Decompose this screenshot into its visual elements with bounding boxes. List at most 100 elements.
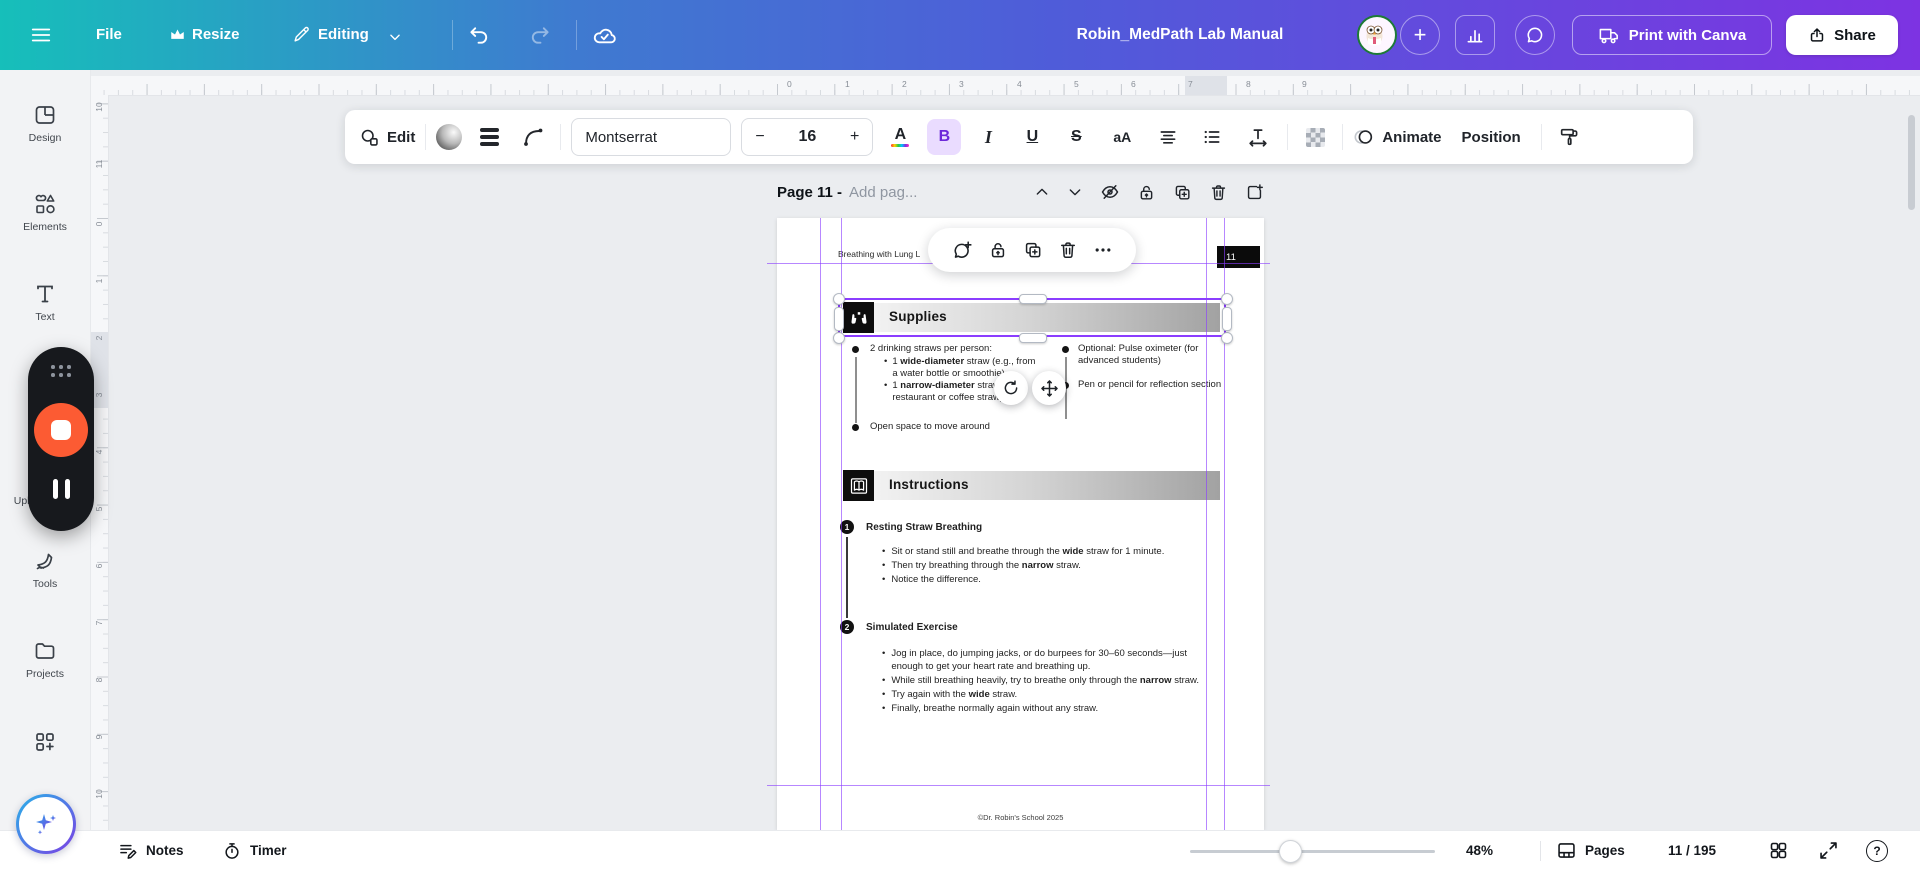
list-item[interactable]: • Sit or stand still and breathe through …	[882, 546, 1201, 559]
sidebar-item-projects[interactable]: Projects	[0, 639, 90, 680]
list-item[interactable]: • While still breathing heavily, try to b…	[882, 675, 1201, 688]
ruler-horizontal[interactable]: 0 1 2 3 4 5 6 7 8 9	[90, 76, 1920, 96]
list-item[interactable]: • Notice the difference.	[882, 574, 1201, 587]
rotate-handle[interactable]	[994, 371, 1028, 405]
step-title[interactable]: Resting Straw Breathing	[866, 522, 982, 533]
zoom-level[interactable]: 48%	[1466, 831, 1493, 869]
step-bullets[interactable]: • Jog in place, do jumping jacks, or do b…	[882, 648, 1201, 717]
instructions-section-bar[interactable]: Instructions	[843, 470, 1220, 501]
page-indicator[interactable]: 11 / 195	[1668, 831, 1716, 869]
strikethrough-button[interactable]: S	[1059, 119, 1093, 155]
canva-assistant-button[interactable]	[16, 794, 76, 854]
design-title[interactable]: Robin_MedPath Lab Manual	[1040, 26, 1320, 44]
list-item[interactable]: • Then try breathing through the narrow s…	[882, 560, 1201, 573]
selection-handle[interactable]	[833, 332, 845, 344]
pause-recording-button[interactable]	[52, 479, 70, 499]
share-button[interactable]: Share	[1786, 15, 1898, 55]
selection-handle[interactable]	[1019, 333, 1047, 343]
duplicate-icon[interactable]	[1023, 240, 1043, 260]
zoom-slider-knob[interactable]	[1279, 840, 1302, 863]
underline-button[interactable]: U	[1015, 119, 1049, 155]
list-item[interactable]: • Jog in place, do jumping jacks, or do b…	[882, 648, 1201, 673]
delete-icon[interactable]	[1058, 240, 1078, 260]
document-running-header[interactable]: Breathing with Lung L	[838, 249, 920, 259]
text-color-button[interactable]: A	[883, 126, 917, 148]
selection-handle[interactable]	[1221, 293, 1233, 305]
undo-icon[interactable]	[468, 24, 491, 47]
comment-add-icon[interactable]	[952, 240, 973, 261]
position-button[interactable]: Position	[1452, 129, 1531, 146]
font-family-selector[interactable]: Montserrat	[571, 118, 732, 156]
text-case-button[interactable]: aA	[1103, 119, 1141, 155]
sidebar-item-tools[interactable]: Tools	[0, 549, 90, 590]
sidebar-item-apps[interactable]	[0, 730, 90, 754]
move-handle[interactable]	[1032, 371, 1066, 405]
transparency-button[interactable]	[1298, 119, 1332, 155]
pages-view-button[interactable]: Pages	[1556, 831, 1625, 869]
italic-button[interactable]: I	[971, 119, 1005, 155]
list-button[interactable]	[1195, 119, 1229, 155]
step-bullets[interactable]: • Sit or stand still and breathe through …	[882, 546, 1201, 588]
decrease-font-size-button[interactable]: −	[755, 128, 764, 146]
increase-font-size-button[interactable]: +	[850, 128, 859, 146]
edit-button[interactable]: Edit	[359, 127, 415, 148]
copy-style-button[interactable]	[1552, 119, 1586, 155]
bold-button[interactable]: B	[927, 119, 962, 155]
notes-button[interactable]: Notes	[118, 831, 184, 869]
canvas-scrollbar[interactable]	[1908, 115, 1915, 210]
supplies-item[interactable]: Open space to move around	[870, 421, 990, 433]
delete-page-icon[interactable]	[1209, 183, 1228, 202]
selection-handle[interactable]	[1221, 332, 1233, 344]
lock-page-icon[interactable]	[1137, 183, 1156, 202]
file-menu[interactable]: File	[96, 26, 122, 43]
drag-handle-dots-icon[interactable]	[49, 363, 73, 379]
selection-handle[interactable]	[1222, 307, 1232, 331]
list-item[interactable]: • Try again with the wide straw.	[882, 689, 1201, 702]
document-footer[interactable]: ©Dr. Robin's School 2025	[777, 813, 1264, 822]
text-align-button[interactable]	[1151, 119, 1185, 155]
fullscreen-button[interactable]	[1818, 831, 1839, 869]
page-title-input[interactable]: Add pag...	[849, 184, 917, 201]
insights-button[interactable]	[1455, 15, 1495, 55]
hamburger-menu-icon[interactable]	[30, 24, 52, 46]
supplies-item[interactable]: Pen or pencil for reflection section	[1078, 379, 1224, 391]
font-size-value[interactable]: 16	[798, 128, 816, 146]
recording-widget[interactable]	[28, 347, 94, 531]
zoom-slider[interactable]	[1190, 850, 1435, 853]
supplies-item[interactable]: 2 drinking straws per person:	[870, 343, 992, 355]
resize-button[interactable]: Resize	[192, 26, 240, 43]
redo-icon[interactable]	[528, 24, 551, 47]
sidebar-item-text[interactable]: Text	[0, 282, 90, 323]
fill-color-button[interactable]	[436, 124, 463, 150]
lock-icon[interactable]	[988, 240, 1008, 260]
editing-mode-selector[interactable]: Editing	[318, 26, 369, 43]
section-title[interactable]: Instructions	[889, 477, 969, 492]
list-item[interactable]: • Finally, breathe normally again without…	[882, 703, 1201, 716]
step-title[interactable]: Simulated Exercise	[866, 622, 958, 633]
font-size-stepper[interactable]: − 16 +	[741, 118, 874, 156]
timer-button[interactable]: Timer	[222, 831, 287, 869]
comments-button[interactable]	[1515, 15, 1555, 55]
selection-handle[interactable]	[1019, 294, 1047, 304]
move-page-up-icon[interactable]	[1034, 184, 1050, 200]
print-with-canva-button[interactable]: Print with Canva	[1572, 15, 1772, 55]
selection-handle[interactable]	[833, 293, 845, 305]
grid-view-button[interactable]	[1768, 831, 1789, 869]
selection-handle[interactable]	[834, 307, 844, 331]
line-connector-button[interactable]	[516, 119, 550, 155]
add-page-icon[interactable]	[1245, 183, 1264, 202]
stop-recording-button[interactable]	[34, 403, 88, 457]
sidebar-item-elements[interactable]: Elements	[0, 192, 90, 233]
stroke-weight-button[interactable]	[472, 119, 506, 155]
move-page-down-icon[interactable]	[1067, 184, 1083, 200]
supplies-item[interactable]: Optional: Pulse oximeter (for advanced s…	[1078, 343, 1224, 367]
add-member-button[interactable]: +	[1400, 15, 1440, 55]
duplicate-page-icon[interactable]	[1173, 183, 1192, 202]
avatar[interactable]	[1357, 15, 1397, 55]
hide-page-icon[interactable]	[1100, 182, 1120, 202]
animate-button[interactable]: Animate	[1353, 126, 1442, 148]
text-spacing-button[interactable]	[1239, 119, 1277, 155]
more-options-icon[interactable]	[1093, 240, 1113, 260]
sidebar-item-design[interactable]: Design	[0, 103, 90, 144]
help-button[interactable]: ?	[1866, 831, 1888, 869]
